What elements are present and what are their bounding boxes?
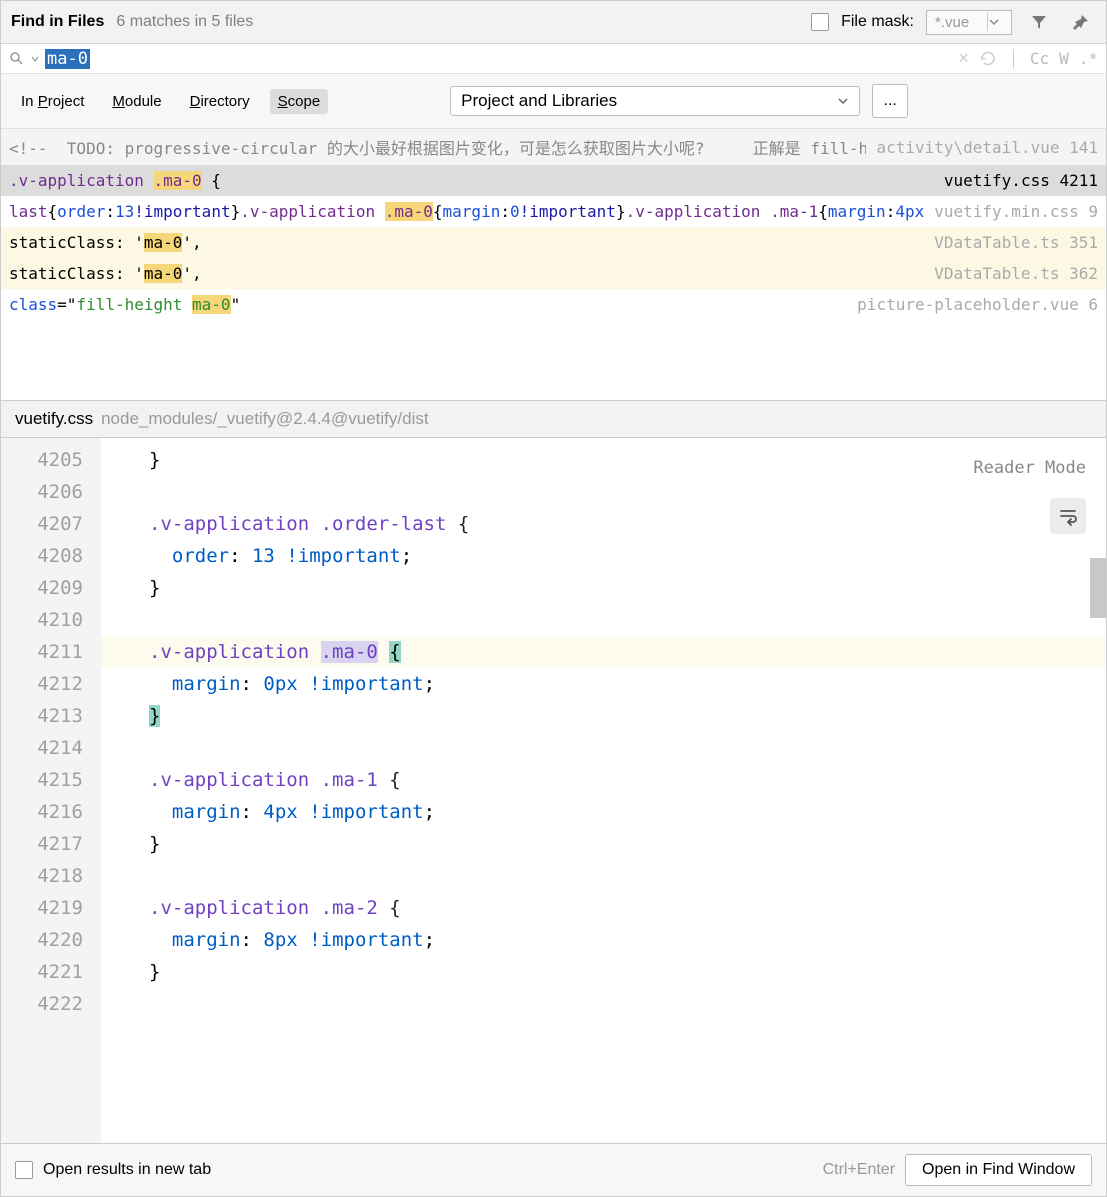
more-button[interactable]: ... <box>872 84 908 118</box>
code-line: margin: 8px !important; <box>149 924 1106 956</box>
clear-icon[interactable]: × <box>958 48 969 69</box>
code-line <box>149 476 1106 508</box>
result-row[interactable]: .v-application .ma-0 { vuetify.css 4211 <box>1 165 1106 196</box>
scope-tab-module[interactable]: Module <box>104 89 169 114</box>
code-line: } <box>149 828 1106 860</box>
filemask-checkbox[interactable] <box>811 13 829 31</box>
code-line: } <box>149 956 1106 988</box>
open-find-window-button[interactable]: Open in Find Window <box>905 1154 1092 1186</box>
line-number: 4222 <box>9 988 83 1020</box>
filemask-value: *.vue <box>927 11 987 34</box>
scope-row: In Project Module Directory Scope Projec… <box>1 74 1106 129</box>
regex-toggle[interactable]: .* <box>1079 49 1098 68</box>
scope-tab-directory[interactable]: Directory <box>182 89 258 114</box>
search-input[interactable]: ma-0 <box>45 49 958 69</box>
line-number: 4214 <box>9 732 83 764</box>
line-number: 4221 <box>9 956 83 988</box>
code-line <box>149 604 1106 636</box>
code-line: margin: 0px !important; <box>149 668 1106 700</box>
code-preview: 4205420642074208420942104211421242134214… <box>1 438 1106 1143</box>
dialog-footer: Open results in new tab Ctrl+Enter Open … <box>1 1143 1106 1196</box>
preview-header: vuetify.css node_modules/_vuetify@2.4.4@… <box>1 400 1106 438</box>
result-row[interactable]: staticClass: 'ma-0', VDataTable.ts 362 <box>1 258 1106 289</box>
search-query-text: ma-0 <box>45 49 90 69</box>
match-case-toggle[interactable]: Cc <box>1030 49 1049 68</box>
result-row[interactable]: last{order:13!important}.v-application .… <box>1 196 1106 227</box>
line-number: 4213 <box>9 700 83 732</box>
result-row[interactable]: class="fill-height ma-0" picture-placehol… <box>1 289 1106 320</box>
scope-select[interactable]: Project and Libraries <box>450 86 860 116</box>
pin-icon[interactable] <box>1066 9 1096 35</box>
line-number: 4218 <box>9 860 83 892</box>
line-number: 4206 <box>9 476 83 508</box>
result-location: vuetify.css 4211 <box>944 171 1098 190</box>
scope-tab-project[interactable]: In Project <box>13 89 92 114</box>
code-line: margin: 4px !important; <box>149 796 1106 828</box>
dialog-title: Find in Files <box>11 13 104 31</box>
result-text: .v-application .ma-0 { <box>9 171 221 190</box>
history-icon[interactable] <box>979 50 997 68</box>
code-line: } <box>149 700 1106 732</box>
line-number: 4205 <box>9 444 83 476</box>
filter-icon[interactable] <box>1024 9 1054 35</box>
line-number: 4211 <box>9 636 83 668</box>
result-row[interactable]: <!-- TODO: progressive-circular 的大小最好根据图… <box>1 129 1106 165</box>
result-location: VDataTable.ts 362 <box>934 264 1098 283</box>
results-list: <!-- TODO: progressive-circular 的大小最好根据图… <box>1 129 1106 320</box>
dropdown-caret-icon[interactable] <box>31 55 39 63</box>
code-line: .v-application .ma-1 { <box>149 764 1106 796</box>
code-line: order: 13 !important; <box>149 540 1106 572</box>
dialog-header: Find in Files 6 matches in 5 files File … <box>1 1 1106 44</box>
scrollbar-thumb[interactable] <box>1090 558 1106 618</box>
line-number: 4216 <box>9 796 83 828</box>
open-new-tab-checkbox[interactable] <box>15 1161 33 1179</box>
result-location: picture-placeholder.vue 6 <box>857 295 1098 314</box>
code-line: .v-application .ma-0 { <box>101 636 1106 668</box>
line-number: 4208 <box>9 540 83 572</box>
code-line: .v-application .order-last { <box>149 508 1106 540</box>
code-area[interactable]: Reader Mode } .v-application .order-last… <box>101 438 1106 1143</box>
result-location: VDataTable.ts 351 <box>934 233 1098 252</box>
line-number: 4207 <box>9 508 83 540</box>
line-number: 4209 <box>9 572 83 604</box>
open-new-tab-label: Open results in new tab <box>43 1161 211 1179</box>
filemask-label: File mask: <box>841 13 914 31</box>
match-count: 6 matches in 5 files <box>116 13 253 31</box>
chevron-down-icon <box>837 95 849 107</box>
result-text: staticClass: 'ma-0', <box>9 264 202 283</box>
chevron-down-icon[interactable] <box>987 13 1011 31</box>
code-line: .v-application .ma-2 { <box>149 892 1106 924</box>
words-toggle[interactable]: W <box>1059 49 1069 68</box>
filemask-select[interactable]: *.vue <box>926 10 1012 35</box>
line-number: 4219 <box>9 892 83 924</box>
code-line <box>149 732 1106 764</box>
result-text: staticClass: 'ma-0', <box>9 233 202 252</box>
result-text: class="fill-height ma-0" <box>9 295 240 314</box>
line-number: 4215 <box>9 764 83 796</box>
line-number: 4210 <box>9 604 83 636</box>
code-line: } <box>149 444 1106 476</box>
line-number: 4220 <box>9 924 83 956</box>
result-location: vuetify.min.css 9 <box>934 202 1098 221</box>
gutter: 4205420642074208420942104211421242134214… <box>1 438 101 1143</box>
line-number: 4217 <box>9 828 83 860</box>
code-line <box>149 860 1106 892</box>
reader-mode-label[interactable]: Reader Mode <box>973 452 1086 484</box>
shortcut-hint: Ctrl+Enter <box>823 1161 895 1179</box>
result-text: <!-- TODO: progressive-circular 的大小最好根据图… <box>9 135 866 159</box>
scope-select-value: Project and Libraries <box>461 91 617 111</box>
scope-tab-scope[interactable]: Scope <box>270 89 329 114</box>
line-number: 4212 <box>9 668 83 700</box>
code-line <box>149 988 1106 1020</box>
result-text: last{order:13!important}.v-application .… <box>9 202 924 221</box>
code-line: } <box>149 572 1106 604</box>
soft-wrap-icon[interactable] <box>1050 498 1086 534</box>
result-row[interactable]: staticClass: 'ma-0', VDataTable.ts 351 <box>1 227 1106 258</box>
preview-filename: vuetify.css <box>15 409 93 429</box>
search-row: ma-0 × Cc W .* <box>1 44 1106 74</box>
result-location: activity\detail.vue 141 <box>876 138 1098 157</box>
search-icon <box>9 51 25 67</box>
preview-path: node_modules/_vuetify@2.4.4@vuetify/dist <box>101 409 428 429</box>
